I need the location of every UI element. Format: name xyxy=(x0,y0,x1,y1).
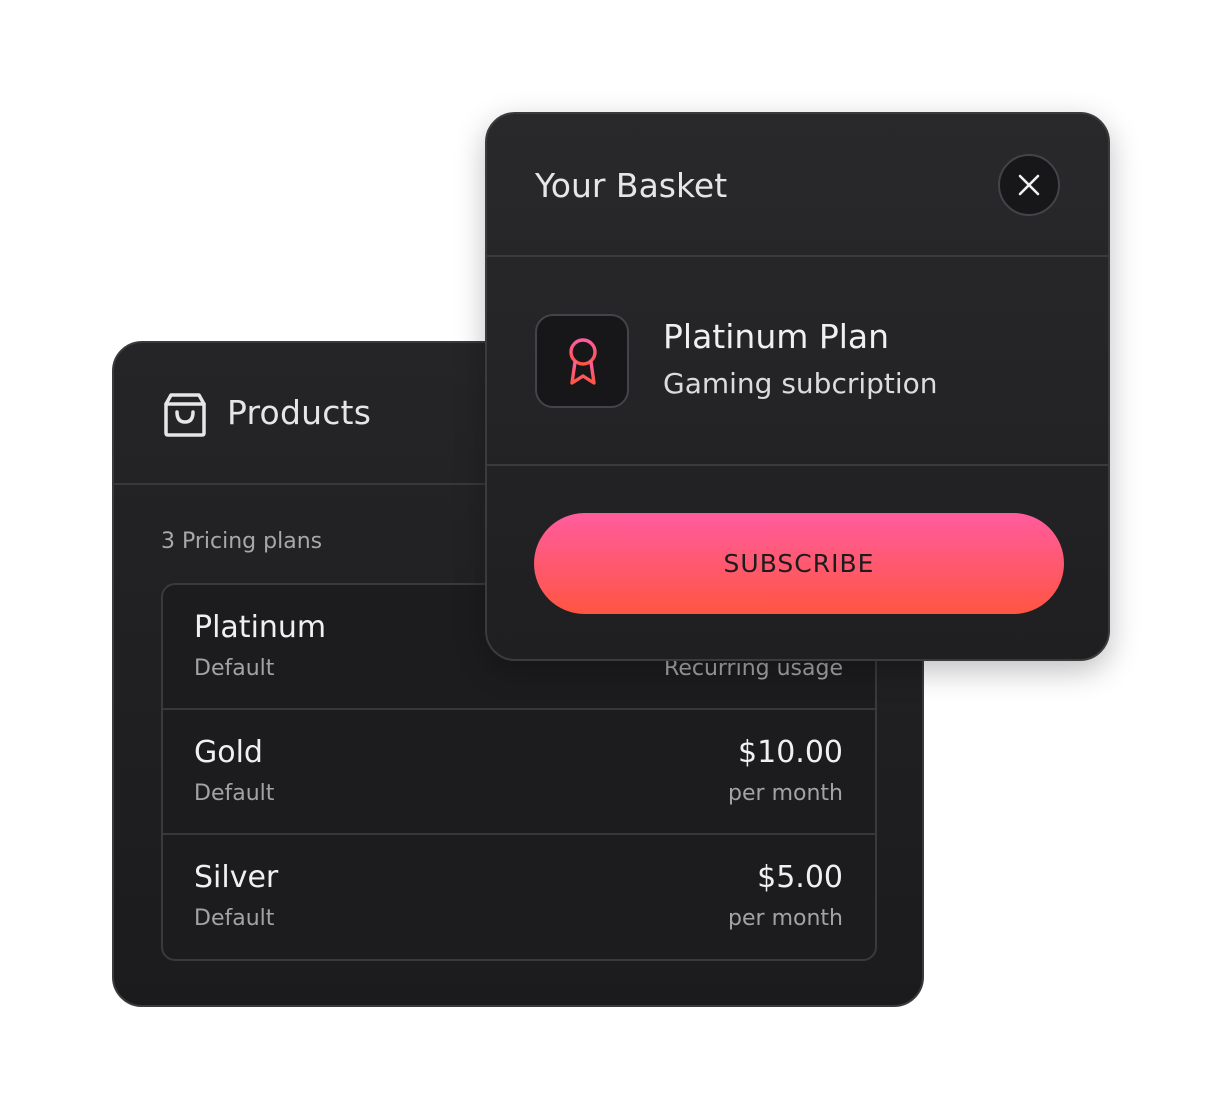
close-icon xyxy=(1018,174,1040,196)
basket-panel: Your Basket Platinum Plan Gaming subcrip… xyxy=(485,112,1110,661)
plan-period: per month xyxy=(728,906,843,931)
plan-period: per month xyxy=(728,781,843,806)
plan-name: Gold xyxy=(194,735,263,770)
basket-item-description: Gaming subcription xyxy=(663,367,938,400)
subscribe-button[interactable]: SUBSCRIBE xyxy=(534,513,1064,614)
item-icon-container xyxy=(535,314,629,408)
shopping-bag-icon xyxy=(164,393,206,437)
plan-price: $10.00 xyxy=(738,735,843,770)
basket-title: Your Basket xyxy=(535,166,728,205)
plan-name: Platinum xyxy=(194,610,327,645)
pricing-plan-row-gold[interactable]: Gold Default $10.00 per month xyxy=(163,710,875,835)
basket-item: Platinum Plan Gaming subcription xyxy=(487,257,1108,466)
award-ribbon-icon xyxy=(569,338,597,385)
plan-subtitle: Default xyxy=(194,906,275,931)
plan-name: Silver xyxy=(194,860,279,895)
plan-subtitle: Default xyxy=(194,781,275,806)
basket-item-name: Platinum Plan xyxy=(663,317,890,356)
pricing-plans-count: 3 Pricing plans xyxy=(161,529,323,554)
plan-subtitle: Default xyxy=(194,656,275,681)
products-title: Products xyxy=(227,393,372,432)
plan-price: $5.00 xyxy=(757,860,843,895)
close-button[interactable] xyxy=(998,154,1060,216)
basket-header: Your Basket xyxy=(487,114,1108,257)
pricing-plan-row-silver[interactable]: Silver Default $5.00 per month xyxy=(163,835,875,959)
